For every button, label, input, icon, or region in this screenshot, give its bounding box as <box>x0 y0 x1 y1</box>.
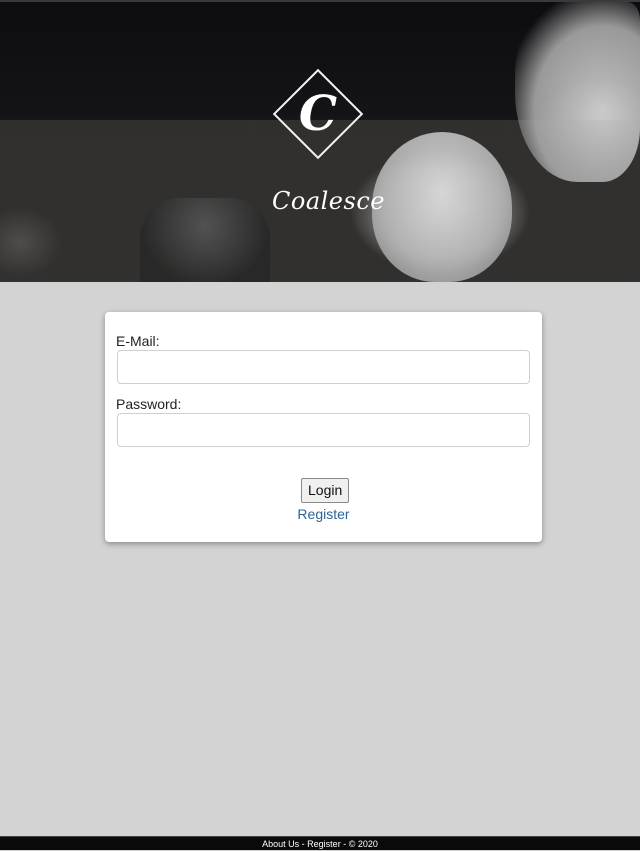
login-card: E-Mail: Password: Login Register <box>105 312 542 542</box>
hero-banner: C Coalesce <box>0 0 640 282</box>
password-label: Password: <box>116 396 182 412</box>
footer-register-link[interactable]: Register <box>307 839 341 849</box>
footer: About Us - Register - © 2020 <box>0 836 640 850</box>
hero-cup-image <box>372 132 512 282</box>
hero-jar-image <box>140 198 270 282</box>
hero-hand-image <box>515 2 640 182</box>
email-field[interactable] <box>117 350 530 384</box>
logo-letter: C <box>298 86 338 142</box>
register-link[interactable]: Register <box>105 506 542 522</box>
brand-name: Coalesce <box>272 187 385 215</box>
brand-logo: C Coalesce <box>272 68 385 228</box>
password-field[interactable] <box>117 413 530 447</box>
footer-separator-1: - <box>301 839 305 849</box>
footer-copyright: © 2020 <box>348 839 378 849</box>
footer-about-link[interactable]: About Us <box>262 839 299 849</box>
email-label: E-Mail: <box>116 333 160 349</box>
footer-separator-2: - <box>343 839 347 849</box>
login-button[interactable]: Login <box>301 478 350 503</box>
